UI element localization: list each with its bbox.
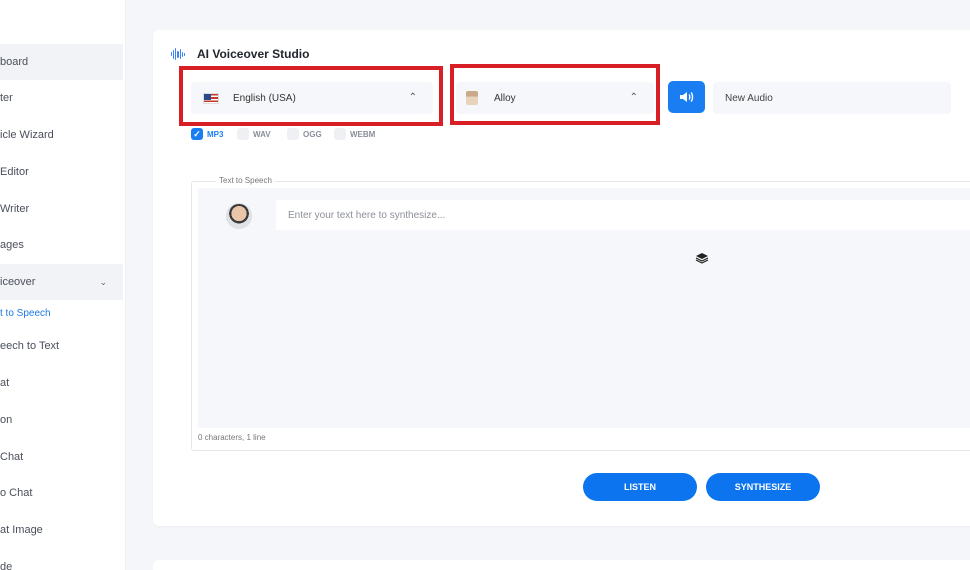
format-label: WAV (253, 129, 271, 139)
chevron-up-icon: ⌃ (629, 92, 638, 103)
language-select[interactable]: English (USA) ⌃ (191, 82, 433, 114)
format-label: OGG (303, 129, 322, 139)
next-card (153, 560, 970, 570)
sidebar-item-code[interactable]: de (0, 549, 123, 570)
chevron-up-icon: ⌃ (408, 92, 417, 103)
sidebar-item-label: on (0, 414, 13, 426)
format-ogg[interactable]: OGG (287, 128, 334, 140)
sidebar-item-label: ages (0, 239, 24, 251)
format-webm[interactable]: WEBM (334, 128, 375, 140)
sidebar-item-chat[interactable]: at (0, 365, 123, 401)
sidebar-item-label: at (0, 377, 10, 389)
format-label: MP3 (207, 129, 224, 139)
sidebar-subitem-text-to-speech[interactable]: t to Speech (0, 308, 51, 319)
sidebar-item-label: eech to Text (0, 340, 60, 352)
format-mp3[interactable]: ✓ MP3 (191, 128, 237, 140)
audio-wave-icon (171, 48, 185, 60)
sidebar-item-label: Chat (0, 451, 24, 463)
sidebar-item-label: icle Wizard (0, 129, 54, 141)
preview-voice-button[interactable] (668, 81, 705, 113)
sidebar-item-images[interactable]: ages (0, 227, 123, 263)
sidebar-subitem-label: t to Speech (0, 308, 51, 319)
sidebar-item-label: Writer (0, 203, 30, 215)
sidebar-item-editor[interactable]: Editor (0, 154, 123, 190)
sidebar-item-voiceover[interactable]: iceover ⌄ (0, 264, 123, 300)
sidebar-item-dashboard[interactable]: board (0, 44, 123, 80)
sidebar-item-label: de (0, 561, 13, 570)
sidebar-item-label: iceover (0, 276, 36, 288)
format-options: ✓ MP3 WAV OGG WEBM (191, 128, 375, 140)
panel-legend: Text to Speech (216, 176, 275, 185)
page-title: AI Voiceover Studio (197, 47, 310, 61)
text-input[interactable] (276, 200, 970, 230)
voice-value: Alloy (494, 92, 516, 104)
checkbox-icon (237, 128, 249, 140)
sidebar-item-writer[interactable]: ter (0, 80, 123, 116)
speaker-icon (679, 91, 693, 103)
sidebar-item-video-chat[interactable]: o Chat (0, 475, 123, 511)
audio-name-value: New Audio (725, 92, 773, 104)
checkbox-checked-icon: ✓ (191, 128, 203, 140)
us-flag-icon (203, 92, 219, 104)
chevron-down-icon: ⌄ (99, 276, 107, 287)
format-label: WEBM (350, 129, 376, 139)
audio-name-field[interactable]: New Audio (713, 82, 951, 114)
sidebar-item-file-chat[interactable]: Chat (0, 439, 123, 475)
checkbox-icon (334, 128, 346, 140)
sidebar-item-label: board (0, 56, 29, 68)
sidebar: board ter icle Wizard Editor Writer ages… (0, 0, 126, 570)
checkbox-icon (287, 128, 299, 140)
sidebar-item-label: ter (0, 92, 13, 104)
studio-header: AI Voiceover Studio (171, 47, 309, 61)
language-value: English (USA) (233, 92, 296, 104)
layers-icon[interactable] (695, 252, 709, 264)
character-count: 0 characters, 1 line (198, 433, 266, 442)
sidebar-item-chat-image[interactable]: at Image (0, 512, 123, 548)
synthesize-button[interactable]: SYNTHESIZE (706, 473, 820, 501)
avatar (226, 203, 252, 229)
format-wav[interactable]: WAV (237, 128, 287, 140)
sidebar-item-label: at Image (0, 524, 43, 536)
listen-button[interactable]: LISTEN (583, 473, 697, 501)
text-to-speech-panel: Text to Speech 0 characters, 1 line (191, 176, 970, 451)
sidebar-item-label: Editor (0, 166, 29, 178)
voice-select[interactable]: Alloy ⌃ (456, 82, 654, 114)
voice-avatar (466, 91, 478, 105)
sidebar-item-speech-to-text[interactable]: eech to Text (0, 328, 123, 364)
sidebar-item-rewriter[interactable]: Writer (0, 191, 123, 227)
tts-editor-area (198, 188, 970, 428)
sidebar-item-label: o Chat (0, 487, 33, 499)
sidebar-item-vision[interactable]: on (0, 402, 123, 438)
voiceover-studio-card: AI Voiceover Studio English (USA) ⌃ Allo… (153, 30, 970, 526)
sidebar-item-article-wizard[interactable]: icle Wizard (0, 117, 123, 153)
